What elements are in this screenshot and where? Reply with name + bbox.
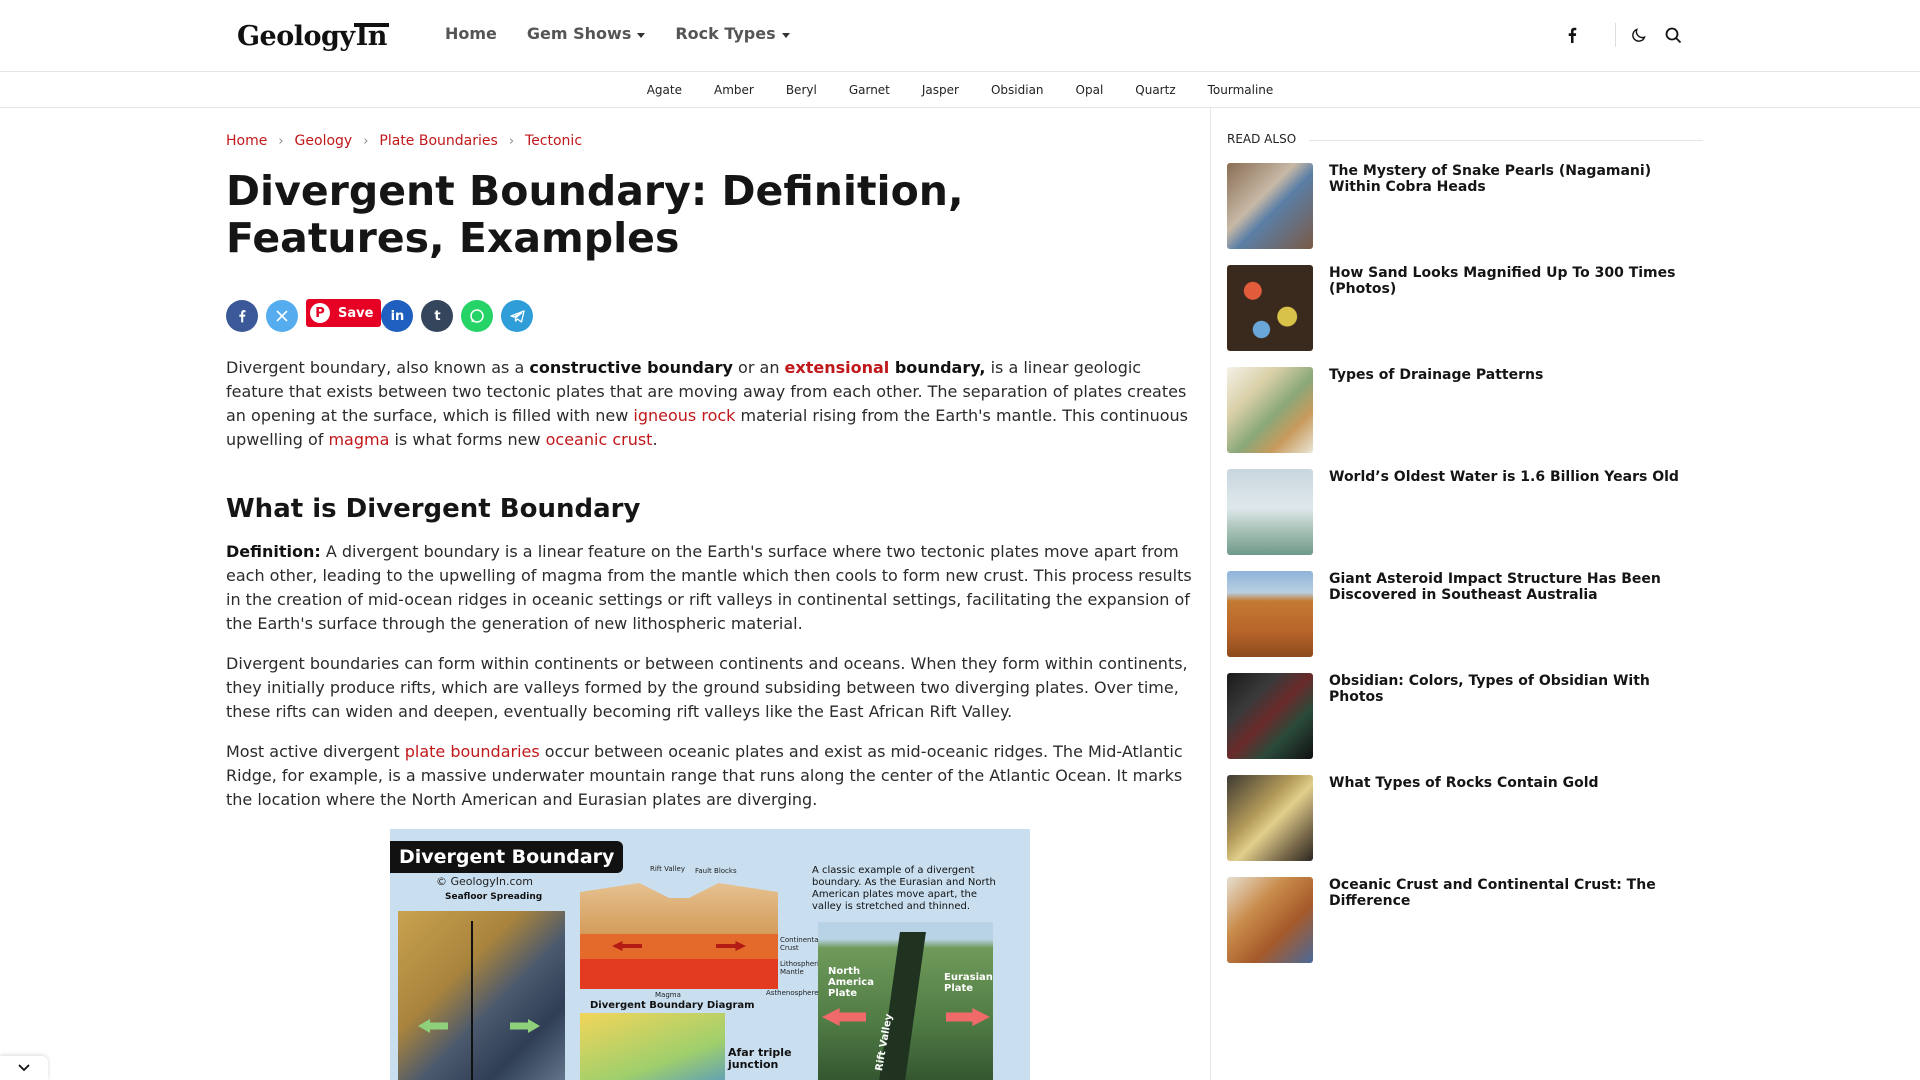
chevron-right-icon: › — [363, 133, 369, 149]
figure-copyright: © GeologyIn.com — [436, 875, 534, 888]
asteroid-impact-thumbnail — [1227, 571, 1313, 657]
definition-paragraph: Definition: A divergent boundary is a li… — [226, 542, 1192, 633]
facebook-icon — [239, 310, 246, 323]
nav-home[interactable]: Home — [445, 24, 497, 43]
oceanic-crust-link[interactable]: oceanic crust — [546, 430, 653, 449]
logo-suffix: In — [353, 20, 389, 52]
afar-map-image — [580, 1013, 725, 1080]
extensional-link[interactable]: extensional — [785, 358, 890, 377]
subnav-tourmaline[interactable]: Tourmaline — [1208, 83, 1274, 97]
chevron-right-icon: › — [278, 133, 284, 149]
read-also-item[interactable]: World’s Oldest Water is 1.6 Billion Year… — [1227, 469, 1707, 555]
asthenosphere-label: Asthenosphere — [766, 989, 819, 997]
subnav-agate[interactable]: Agate — [647, 83, 682, 97]
site-header: Geology In Home Gem Shows Rock Types — [0, 0, 1920, 72]
lithospheric-mantle-label: Lithospheric Mantle — [780, 960, 823, 976]
read-also-item[interactable]: The Mystery of Snake Pearls (Nagamani) W… — [1227, 163, 1707, 249]
read-also-heading: READ ALSO — [1227, 132, 1297, 146]
mid-ocean-paragraph: Most active divergent plate boundaries o… — [226, 742, 1183, 809]
search-icon[interactable] — [1660, 22, 1686, 48]
linkedin-icon: in — [390, 308, 405, 324]
x-icon — [276, 310, 288, 322]
subnav-jasper[interactable]: Jasper — [922, 83, 959, 97]
magma-link[interactable]: magma — [328, 430, 389, 449]
sand-magnified-thumbnail — [1227, 265, 1313, 351]
read-also-item[interactable]: Giant Asteroid Impact Structure Has Been… — [1227, 571, 1707, 657]
figure-note: A classic example of a divergent boundar… — [812, 865, 996, 912]
facebook-icon[interactable] — [1559, 22, 1585, 48]
logo-main: Geology — [237, 20, 355, 52]
gold-rocks-thumbnail — [1227, 775, 1313, 861]
nav-rock-types[interactable]: Rock Types — [675, 24, 790, 43]
moon-icon[interactable] — [1626, 22, 1652, 48]
oldest-water-thumbnail — [1227, 469, 1313, 555]
read-also-divider — [1309, 140, 1703, 141]
main-nav: Home Gem Shows Rock Types — [445, 24, 820, 43]
afar-label: Afar triple junction — [728, 1046, 792, 1071]
obsidian-thumbnail — [1227, 673, 1313, 759]
read-also-item[interactable]: What Types of Rocks Contain Gold — [1227, 775, 1707, 861]
share-tumblr-button[interactable]: t — [421, 300, 454, 332]
chevron-right-icon: › — [508, 133, 515, 149]
header-icons — [1559, 22, 1686, 48]
subnav-opal[interactable]: Opal — [1076, 83, 1104, 97]
seafloor-map-image — [398, 911, 565, 1080]
share-facebook-button[interactable] — [226, 300, 258, 332]
share-bar: P Save in t — [226, 299, 541, 332]
subnav-obsidian[interactable]: Obsidian — [991, 83, 1044, 97]
sidebar: READ ALSO The Mystery of Snake Pearls (N… — [1210, 108, 1920, 1080]
north-america-label: North America Plate — [828, 966, 874, 999]
igneous-rock-link[interactable]: igneous rock — [633, 406, 735, 425]
continental-crust-label: Continental Crust — [780, 936, 821, 952]
subnav-amber[interactable]: Amber — [714, 83, 754, 97]
rift-valley-label: Rift Valley — [650, 865, 685, 873]
drainage-patterns-thumbnail — [1227, 367, 1313, 453]
share-linkedin-button[interactable]: in — [381, 300, 414, 332]
intro-paragraph: Divergent boundary, also known as a cons… — [226, 358, 1188, 449]
subnav-quartz[interactable]: Quartz — [1135, 83, 1175, 97]
bottom-bar-toggle[interactable] — [0, 1056, 48, 1080]
pinterest-save-button[interactable]: P Save — [306, 299, 382, 327]
caret-down-icon — [781, 32, 790, 38]
gem-subnav: Agate Amber Beryl Garnet Jasper Obsidian… — [0, 72, 1920, 108]
breadcrumb-home[interactable]: Home — [226, 133, 267, 149]
breadcrumb-plate-boundaries[interactable]: Plate Boundaries — [379, 133, 497, 149]
share-x-button[interactable] — [266, 300, 298, 332]
save-label: Save — [338, 305, 374, 321]
nav-gem-shows[interactable]: Gem Shows — [527, 24, 646, 43]
section-heading: What is Divergent Boundary — [226, 494, 641, 524]
breadcrumb: Home › Geology › Plate Boundaries › Tect… — [226, 133, 582, 149]
breadcrumb-tectonic[interactable]: Tectonic — [525, 133, 582, 149]
thingvellir-photo: North America Plate Eurasian Plate Rift … — [818, 922, 993, 1080]
header-divider — [1615, 23, 1616, 47]
seafloor-label: Seafloor Spreading — [445, 892, 543, 902]
breadcrumb-geology[interactable]: Geology — [295, 133, 353, 149]
chevron-down-icon — [18, 1064, 30, 1072]
subnav-garnet[interactable]: Garnet — [849, 83, 890, 97]
rift-block-diagram — [580, 874, 778, 989]
eurasian-label: Eurasian Plate — [944, 972, 993, 994]
rifts-paragraph: Divergent boundaries can form within con… — [226, 654, 1188, 721]
crust-comparison-thumbnail — [1227, 877, 1313, 963]
figure-title: Divergent Boundary — [390, 841, 624, 873]
read-also-item[interactable]: How Sand Looks Magnified Up To 300 Times… — [1227, 265, 1707, 351]
read-also-item[interactable]: Obsidian: Colors, Types of Obsidian With… — [1227, 673, 1707, 759]
whatsapp-icon — [470, 309, 485, 323]
read-also-item[interactable]: Oceanic Crust and Continental Crust: The… — [1227, 877, 1707, 963]
magma-label: Magma — [655, 991, 681, 999]
read-also-item[interactable]: Types of Drainage Patterns — [1227, 367, 1707, 453]
share-whatsapp-button[interactable] — [461, 300, 494, 332]
tumblr-icon: t — [434, 308, 441, 324]
share-telegram-button[interactable] — [501, 300, 534, 332]
divergent-boundary-infographic: Divergent Boundary © GeologyIn.com Seafl… — [390, 829, 1030, 1080]
diagram-caption: Divergent Boundary Diagram — [590, 1000, 755, 1011]
snake-pearls-thumbnail — [1227, 163, 1313, 249]
caret-down-icon — [637, 32, 646, 38]
article-title: Divergent Boundary: Definition, Features… — [226, 167, 964, 262]
site-logo[interactable]: Geology In — [237, 18, 389, 54]
telegram-icon — [510, 309, 525, 323]
subnav-beryl[interactable]: Beryl — [786, 83, 817, 97]
plate-boundaries-link[interactable]: plate boundaries — [405, 742, 540, 761]
pinterest-icon: P — [310, 303, 330, 323]
